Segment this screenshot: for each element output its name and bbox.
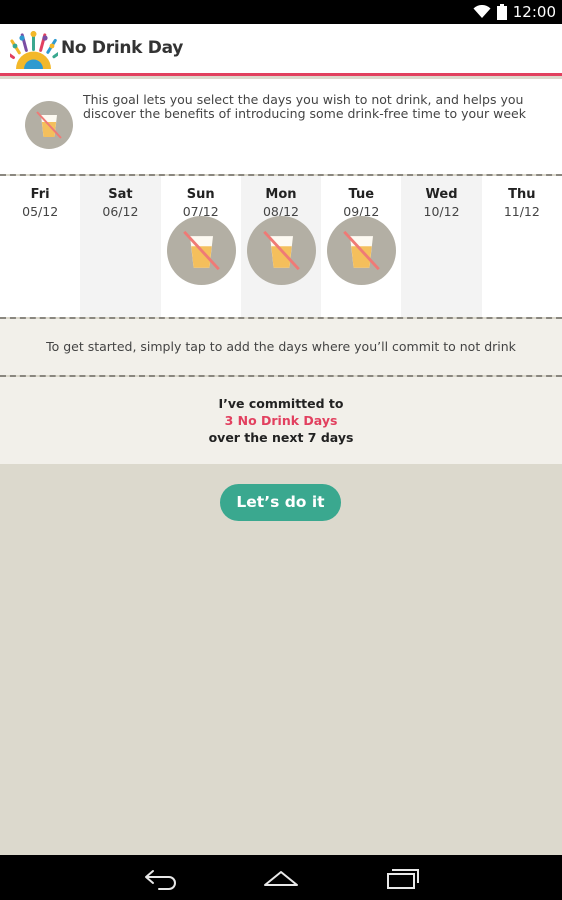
day-name: Mon — [265, 187, 297, 202]
day-sun[interactable]: Sun 07/12 — [161, 176, 241, 317]
hint-section: To get started, simply tap to add the da… — [0, 319, 562, 375]
day-name: Thu — [508, 187, 536, 202]
no-drink-icon — [327, 216, 397, 285]
day-date: 10/12 — [423, 204, 460, 219]
day-name: Tue — [348, 187, 375, 202]
wifi-icon — [473, 5, 491, 18]
day-date: 05/12 — [22, 204, 59, 219]
app-title: No Drink Day — [61, 38, 184, 58]
commitment-line-1: I’ve committed to — [218, 396, 344, 411]
commitment-count: 3 No Drink Days — [224, 413, 338, 428]
day-selector: Fri 05/12 Sat 06/12 Sun 07/12 Mon 08/12 … — [0, 176, 562, 317]
no-drink-icon — [25, 101, 73, 149]
hint-text: To get started, simply tap to add the da… — [46, 339, 516, 354]
day-date: 11/12 — [503, 204, 540, 219]
day-name: Sun — [186, 187, 215, 202]
nav-bar — [0, 855, 562, 900]
day-name: Sat — [108, 187, 133, 202]
goal-description: This goal lets you select the days you w… — [83, 92, 526, 121]
day-fri[interactable]: Fri 05/12 — [0, 176, 80, 317]
day-name: Fri — [30, 187, 50, 202]
back-icon[interactable] — [141, 865, 181, 891]
day-name: Wed — [425, 187, 458, 202]
day-wed[interactable]: Wed 10/12 — [401, 176, 482, 317]
day-date: 06/12 — [102, 204, 139, 219]
commitment-summary: I’ve committed to 3 No Drink Days over t… — [0, 377, 562, 464]
home-icon[interactable] — [261, 865, 301, 891]
day-thu[interactable]: Thu 11/12 — [482, 176, 562, 317]
status-time: 12:00 — [512, 3, 556, 21]
day-mon[interactable]: Mon 08/12 — [240, 176, 322, 317]
day-sat[interactable]: Sat 06/12 — [80, 176, 161, 317]
commitment-line-3: over the next 7 days — [208, 430, 354, 445]
app-bar: No Drink Day — [0, 24, 562, 76]
lets-do-it-button[interactable]: Let’s do it — [220, 484, 341, 521]
no-drink-icon — [246, 216, 316, 285]
recent-apps-icon[interactable] — [382, 865, 422, 891]
day-tue[interactable]: Tue 09/12 — [321, 176, 401, 317]
goal-section: This goal lets you select the days you w… — [0, 79, 562, 174]
app-logo — [10, 31, 58, 69]
battery-icon — [496, 4, 507, 20]
status-bar: 12:00 — [0, 0, 562, 24]
no-drink-icon — [166, 216, 236, 285]
